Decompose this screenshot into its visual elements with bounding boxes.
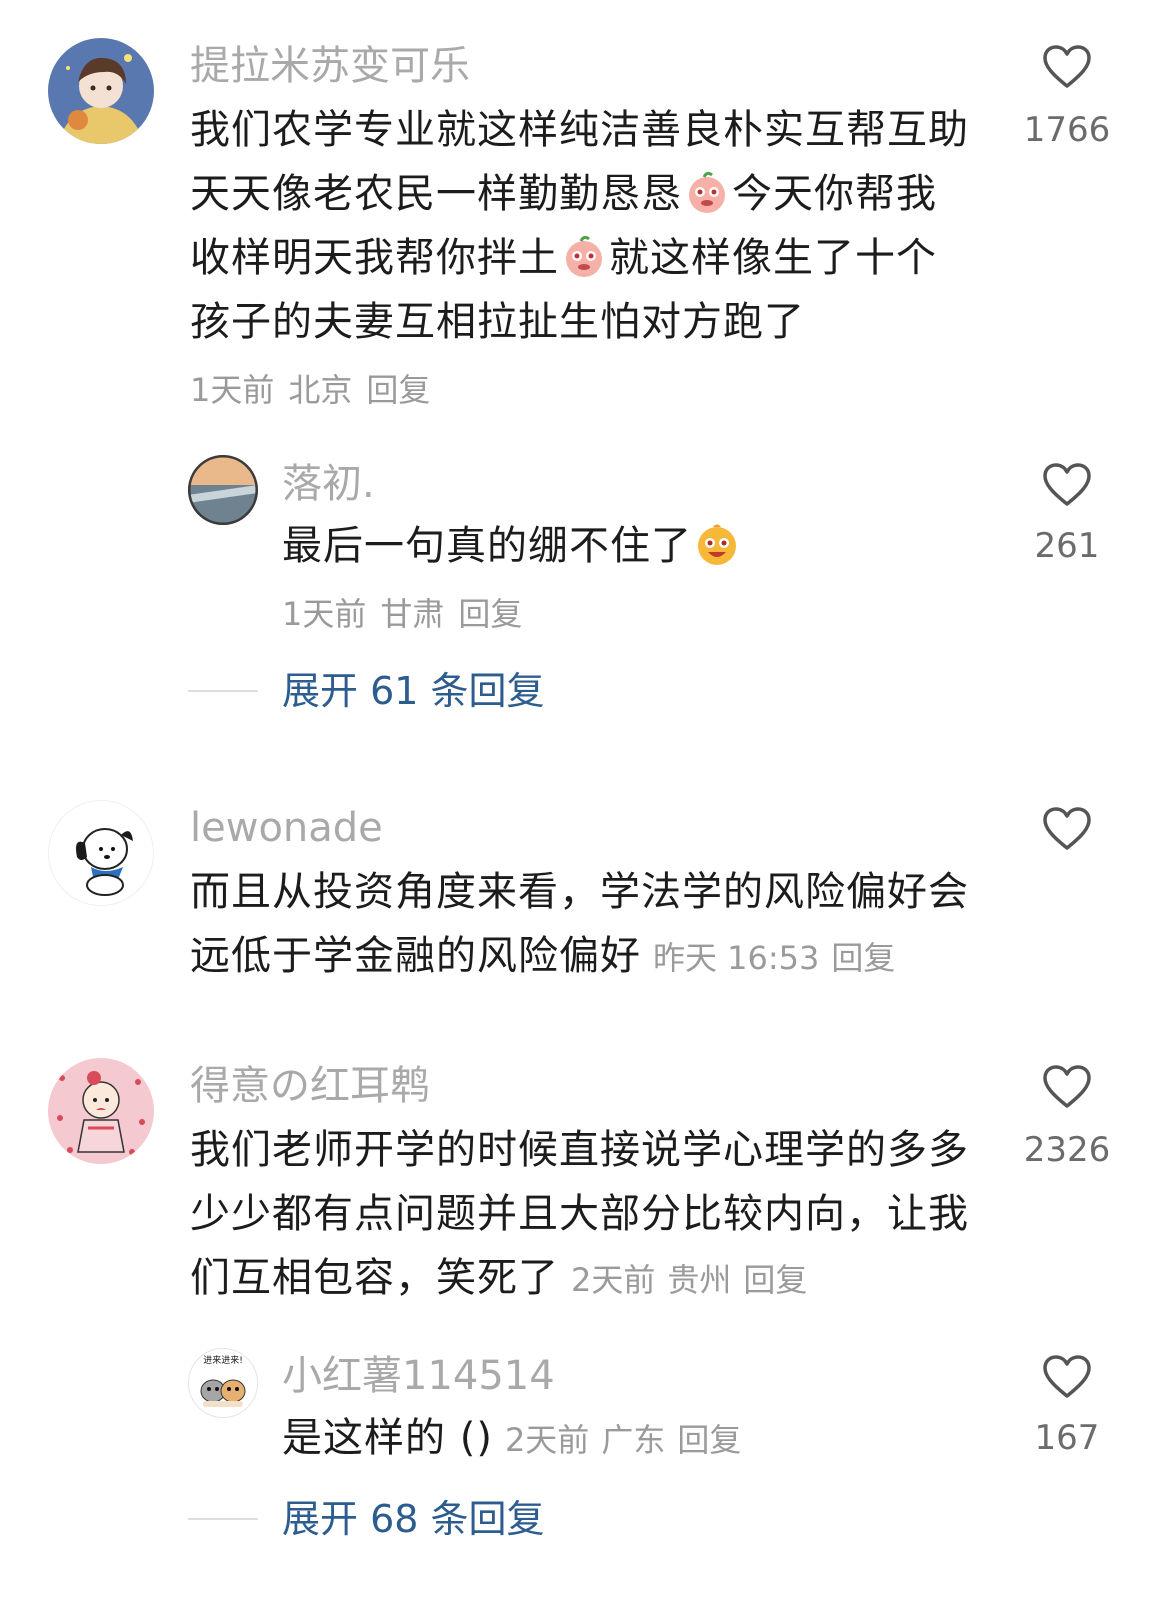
divider [188, 1518, 258, 1520]
like-button[interactable] [1042, 462, 1092, 512]
like-count: 2326 [1023, 1130, 1111, 1170]
comment-meta: 2天前 贵州 回复 [571, 1261, 807, 1299]
heart-outline-icon [1043, 463, 1091, 506]
comment-text-line: 远低于学金融的风险偏好 昨天 16:53 回复 [190, 933, 896, 979]
like-button[interactable] [1042, 806, 1092, 856]
crying-peach-emoji [684, 169, 730, 215]
reply-meta: 1天前 甘肃 回复 [282, 594, 522, 634]
reply-button[interactable]: 回复 [366, 371, 430, 409]
reply-avatar[interactable] [188, 455, 258, 525]
divider [188, 690, 258, 692]
expand-replies-button[interactable]: 展开 61 条回复 [282, 668, 545, 714]
comment-text-line: 而且从投资角度来看，学法学的风险偏好会 [190, 869, 969, 915]
heart-outline-icon [1043, 1355, 1091, 1398]
comment-meta: 昨天 16:53 回复 [653, 939, 895, 977]
reply-button[interactable]: 回复 [831, 939, 895, 977]
like-button[interactable] [1042, 44, 1092, 94]
comment-text-line: 天天像老农民一样勤勤恳恳 今天你帮我 [190, 169, 937, 217]
comment-time: 2天前 [571, 1261, 656, 1299]
reply-username[interactable]: 小红薯114514 [282, 1352, 555, 1400]
like-button[interactable] [1042, 1354, 1092, 1404]
crying-peach-emoji [561, 233, 607, 279]
reply-meta: 2天前 广东 回复 [505, 1421, 741, 1459]
comment-text-line: 我们老师开学的时候直接说学心理学的多多 [190, 1127, 969, 1173]
avatar[interactable] [48, 1058, 154, 1164]
reply-time: 1天前 [282, 595, 367, 633]
comment-username[interactable]: 提拉米苏变可乐 [190, 42, 470, 90]
comment-text-line: 孩子的夫妻互相拉扯生怕对方跑了 [190, 299, 805, 345]
avatar[interactable] [48, 800, 154, 906]
comment-text-line: 我们农学专业就这样纯洁善良朴实互帮互助 [190, 107, 969, 153]
comment-username[interactable]: 得意の红耳鹎 [190, 1062, 430, 1110]
expand-replies-button[interactable]: 展开 68 条回复 [282, 1496, 545, 1542]
comment-username[interactable]: lewonade [190, 804, 383, 852]
laughing-emoji [694, 521, 740, 567]
avatar-caption: 进来进来! [203, 1355, 243, 1366]
comment-location: 贵州 [667, 1261, 732, 1299]
reply-text: 是这样的 () 2天前 广东 回复 [282, 1415, 742, 1461]
comment-time: 1天前 [190, 371, 275, 409]
heart-outline-icon [1043, 807, 1091, 850]
comment-location: 北京 [288, 371, 353, 409]
reply-time: 2天前 [504, 1421, 590, 1459]
avatar[interactable] [48, 38, 154, 144]
like-count: 1766 [1023, 110, 1111, 150]
reply-location: 甘肃 [380, 595, 445, 633]
comment-meta: 1天前 北京 回复 [190, 370, 430, 410]
comment-text-line: 收样明天我帮你拌土 就这样像生了十个 [190, 233, 937, 281]
like-count: 167 [1034, 1418, 1100, 1458]
reply-button[interactable]: 回复 [677, 1421, 741, 1459]
heart-outline-icon [1043, 1065, 1091, 1108]
like-button[interactable] [1042, 1064, 1092, 1114]
reply-button[interactable]: 回复 [743, 1261, 807, 1299]
reply-location: 广东 [601, 1421, 666, 1459]
reply-button[interactable]: 回复 [458, 595, 522, 633]
comment-text-line: 少少都有点问题并且大部分比较内向，让我 [190, 1191, 969, 1237]
heart-outline-icon [1043, 45, 1091, 88]
comment-text-line: 们互相包容，笑死了 2天前 贵州 回复 [190, 1255, 808, 1301]
reply-avatar[interactable]: 进来进来! [188, 1348, 258, 1418]
reply-username[interactable]: 落初. [282, 460, 375, 508]
comment-time: 昨天 16:53 [653, 939, 820, 977]
reply-text: 最后一句真的绷不住了 [282, 520, 742, 572]
like-count: 261 [1034, 526, 1100, 566]
